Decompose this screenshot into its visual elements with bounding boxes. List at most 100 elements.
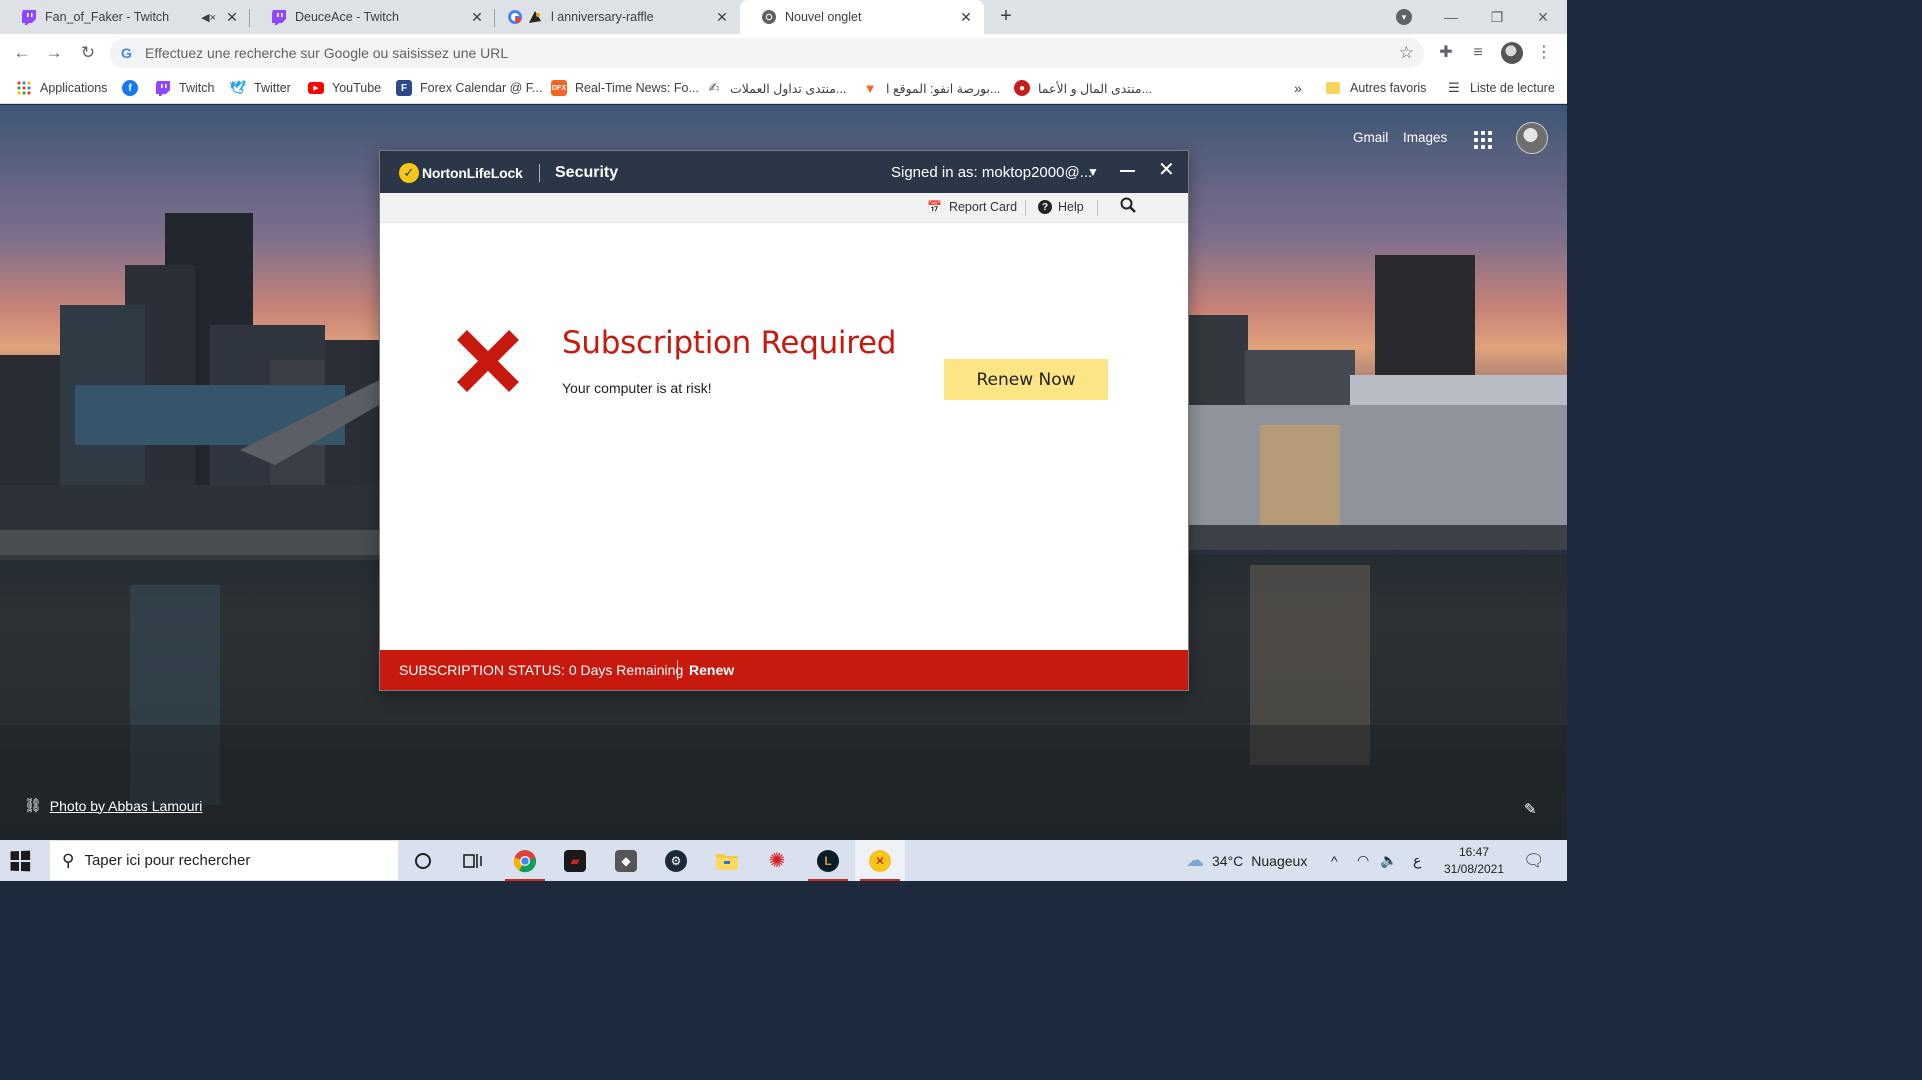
wifi-icon[interactable]: ◠ <box>1357 840 1369 881</box>
weather-description: Nuageux <box>1251 852 1308 869</box>
close-tab-icon[interactable]: ✕ <box>714 9 730 25</box>
tab-title: Nouvel onglet <box>785 10 862 24</box>
norton-close-button[interactable]: ✕ <box>1158 159 1175 181</box>
taskbar-clock[interactable]: 16:47 31/08/2021 <box>1437 844 1511 878</box>
search-icon[interactable] <box>1120 197 1136 218</box>
apps-grid-icon <box>16 80 32 96</box>
risk-warning-text: Your computer is at risk! <box>562 380 712 396</box>
tab-deuceace[interactable]: DeuceAce - Twitch ✕ <box>250 0 495 34</box>
norton-taskbar-icon[interactable]: ✕ <box>855 840 905 881</box>
status-label: SUBSCRIPTION STATUS: <box>399 662 565 678</box>
google-apps-icon[interactable] <box>1474 131 1492 149</box>
league-of-legends-icon[interactable]: L <box>803 840 853 881</box>
tab-nouvel-onglet[interactable]: Nouvel onglet ✕ <box>740 0 984 34</box>
close-tab-icon[interactable]: ✕ <box>958 9 974 25</box>
close-tab-icon[interactable]: ✕ <box>224 9 240 25</box>
google-account-avatar[interactable] <box>1516 122 1548 154</box>
twitter-icon: 🕊 <box>229 80 247 95</box>
bookmark-facebook[interactable]: f <box>122 78 146 98</box>
media-controls-icon[interactable]: ≡ <box>1467 42 1489 64</box>
link-icon: ⛓ <box>24 797 42 813</box>
bookmark-realtime-news[interactable]: DFX Real-Time News: Fo... <box>551 78 699 98</box>
raffle-icon <box>527 9 543 25</box>
chrome-taskbar-icon[interactable] <box>500 840 550 881</box>
omnibox[interactable]: G ☆ <box>110 38 1424 68</box>
extensions-icon[interactable]: ✚ <box>1435 42 1457 64</box>
chrome-icon <box>761 9 777 25</box>
renew-now-button[interactable]: Renew Now <box>944 359 1108 400</box>
gmail-link[interactable]: Gmail <box>1353 130 1388 145</box>
youtube-icon: ▶ <box>308 82 324 94</box>
bookmark-label: Forex Calendar @ F... <box>420 81 543 95</box>
images-link[interactable]: Images <box>1403 130 1447 145</box>
bookmarks-overflow-button[interactable]: » <box>1294 78 1302 98</box>
task-view-icon[interactable] <box>448 840 498 881</box>
status-value: 0 Days Remaining <box>568 662 684 678</box>
bookmark-money-forum[interactable]: ● منتدى المال و الأعما... <box>1014 78 1152 98</box>
bookmark-star-icon[interactable]: ☆ <box>1399 43 1414 63</box>
close-tab-icon[interactable]: ✕ <box>469 9 485 25</box>
taskbar-search-input[interactable] <box>84 852 365 869</box>
taskbar-search-box[interactable]: ⚲ <box>50 841 398 880</box>
help-button[interactable]: ? Help <box>1038 200 1084 214</box>
norton-minimize-button[interactable] <box>1120 158 1136 178</box>
input-language-indicator[interactable]: ع <box>1413 840 1421 881</box>
bookmark-forex-calendar[interactable]: F Forex Calendar @ F... <box>396 78 542 98</box>
cube-app-icon[interactable]: ◆ <box>601 840 651 881</box>
report-card-button[interactable]: 📅 Report Card <box>927 200 1017 214</box>
google-icon <box>507 9 523 25</box>
tab-anniversary-raffle[interactable]: l anniversary-raffle ✕ <box>495 0 740 34</box>
reading-list-button[interactable]: ☰ Liste de lecture <box>1446 78 1555 98</box>
bookmark-label: Autres favoris <box>1350 81 1427 95</box>
notifications-icon[interactable]: 🗨 <box>1523 840 1545 881</box>
show-hidden-icons-button[interactable]: ^ <box>1331 840 1338 881</box>
huawei-icon[interactable]: ✺ <box>752 840 802 881</box>
volume-icon[interactable]: 🔈 <box>1380 840 1397 881</box>
close-window-button[interactable]: ✕ <box>1520 0 1566 34</box>
bookmark-bourse-info[interactable]: ▼ بورصة انفو: الموقع ا... <box>862 78 1001 98</box>
windows-start-icon[interactable] <box>10 850 31 872</box>
minimize-window-button[interactable]: — <box>1428 0 1474 34</box>
bookmark-label: Liste de lecture <box>1470 81 1555 95</box>
speaker-muted-icon[interactable]: ◀× <box>201 11 216 24</box>
new-tab-button[interactable]: + <box>995 6 1017 28</box>
tab-title: DeuceAce - Twitch <box>295 10 399 24</box>
dfx-icon: DFX <box>551 80 567 96</box>
norton-security-window: ✓ NortonLifeLock Security Signed in as: … <box>379 150 1189 691</box>
tab-fan-of-faker[interactable]: Fan_of_Faker - Twitch ◀× ✕ <box>0 0 250 34</box>
reading-list-icon: ☰ <box>1448 80 1460 95</box>
account-dropdown-icon[interactable]: ▼ <box>1087 165 1099 179</box>
restore-window-button[interactable]: ❐ <box>1474 0 1520 34</box>
customize-pencil-icon[interactable]: ✎ <box>1524 800 1537 818</box>
clock-date: 31/08/2021 <box>1443 862 1505 876</box>
status-renew-link[interactable]: Renew <box>689 662 734 678</box>
bookmark-twitter[interactable]: 🕊 Twitter <box>230 78 291 98</box>
photo-credit-link[interactable]: ⛓ Photo by Abbas Lamouri <box>24 797 202 814</box>
reload-button[interactable]: ↻ <box>76 41 100 65</box>
bookmark-forex-forum[interactable]: ✍ منتدى تداول العملات... <box>706 78 847 98</box>
weather-widget[interactable]: ☁ 34°C Nuageux <box>1186 840 1307 881</box>
norton-menu-bar: 📅 Report Card ? Help <box>380 193 1188 223</box>
chrome-menu-icon[interactable]: ⋮ <box>1533 42 1555 64</box>
bookmark-youtube[interactable]: ▶ YouTube <box>308 78 381 98</box>
signed-in-account[interactable]: Signed in as: moktop2000@... <box>891 164 1092 181</box>
twitch-icon <box>155 80 171 96</box>
other-bookmarks-folder[interactable]: Autres favoris <box>1326 78 1426 98</box>
profile-avatar[interactable] <box>1501 42 1523 64</box>
bookmark-twitch[interactable]: Twitch <box>155 78 214 98</box>
steam-icon[interactable]: ⚙ <box>651 840 701 881</box>
file-explorer-icon[interactable] <box>702 840 752 881</box>
bookmark-applications[interactable]: Applications <box>16 78 107 98</box>
tab-title: l anniversary-raffle <box>551 10 654 24</box>
back-button[interactable]: ← <box>10 41 34 65</box>
twitch-icon <box>21 9 37 25</box>
tab-title: Fan_of_Faker - Twitch <box>45 10 170 24</box>
red-app-icon[interactable]: ▰ <box>550 840 600 881</box>
windows-taskbar: ⚲ ▰ ◆ ⚙ ✺ L ✕ ☁ 34°C Nuageux ^ ◠ 🔈 ع 16:… <box>0 840 1567 881</box>
forward-button[interactable]: → <box>42 41 66 65</box>
twitch-icon <box>271 9 287 25</box>
report-card-label: Report Card <box>948 200 1018 214</box>
cortana-icon[interactable] <box>398 840 448 881</box>
omnibox-input[interactable] <box>145 45 1424 61</box>
tab-search-icon[interactable]: ▾ <box>1396 9 1412 25</box>
